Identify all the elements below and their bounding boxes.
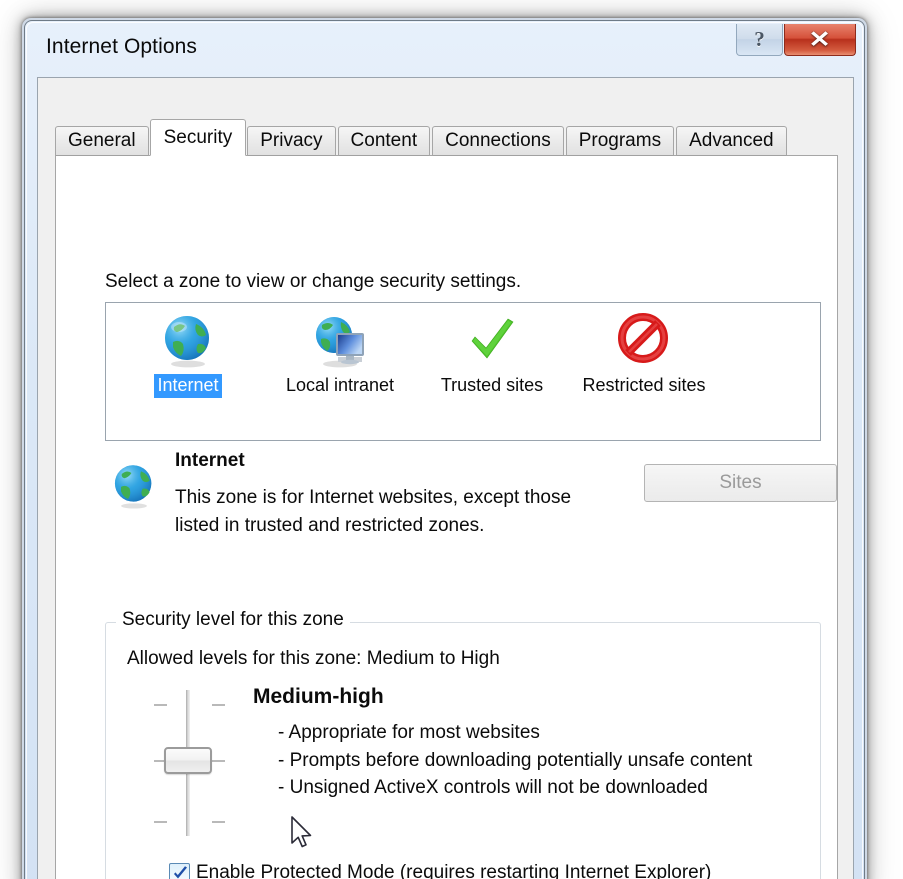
allowed-levels-label: Allowed levels for this zone: Medium to …: [127, 648, 500, 669]
zone-label-restricted-sites: Restricted sites: [582, 375, 706, 395]
close-button[interactable]: ✕: [784, 24, 856, 56]
protected-mode-checkbox-row[interactable]: Enable Protected Mode (requires restarti…: [169, 862, 711, 879]
tab-strip: General Security Privacy Content Connect…: [55, 119, 789, 156]
tab-security[interactable]: Security: [149, 119, 247, 156]
zone-item-restricted-sites[interactable]: Restricted sites: [574, 311, 714, 440]
zone-prompt-label: Select a zone to view or change security…: [105, 271, 522, 292]
zone-item-internet[interactable]: Internet: [118, 311, 258, 440]
tab-programs[interactable]: Programs: [565, 126, 675, 156]
question-mark-icon: ?: [754, 27, 765, 51]
window-title: Internet Options: [46, 35, 198, 58]
level-bullet-2: - Prompts before downloading potentially…: [278, 749, 753, 771]
tab-privacy[interactable]: Privacy: [247, 126, 336, 156]
screen: Internet Options ? ✕ General Security Pr…: [0, 0, 903, 879]
security-level-group-caption: Security level for this zone: [116, 609, 350, 631]
selected-zone-description: This zone is for Internet websites, exce…: [175, 487, 572, 536]
red-prohibition-icon: [614, 311, 674, 371]
internet-options-window: Internet Options ? ✕ General Security Pr…: [24, 20, 865, 879]
selected-zone-title: Internet: [175, 450, 245, 471]
close-icon: ✕: [808, 26, 832, 52]
slider-thumb[interactable]: [164, 747, 212, 774]
zone-label-internet: Internet: [154, 374, 222, 398]
security-level-name: Medium-high: [253, 685, 384, 708]
help-button[interactable]: ?: [736, 24, 783, 56]
zone-label-local-intranet: Local intranet: [285, 375, 395, 395]
security-level-bullets: - Appropriate for most websites - Prompt…: [278, 719, 788, 802]
tab-content[interactable]: Content: [337, 126, 431, 156]
security-level-slider[interactable]: [146, 690, 232, 836]
zone-label-trusted-sites: Trusted sites: [440, 375, 544, 395]
title-bar[interactable]: Internet Options ? ✕: [25, 21, 864, 77]
green-check-icon: [462, 311, 522, 371]
protected-mode-checkbox[interactable]: [169, 862, 190, 879]
checkmark-icon: [174, 865, 187, 878]
dialog-client-area: General Security Privacy Content Connect…: [37, 77, 854, 879]
tab-general[interactable]: General: [55, 126, 149, 156]
zone-item-trusted-sites[interactable]: Trusted sites: [422, 311, 562, 440]
selected-zone-icon: [108, 460, 160, 512]
slider-tick-high: [146, 704, 232, 706]
slider-tick-medium: [146, 821, 232, 823]
level-bullet-3: - Unsigned ActiveX controls will not be …: [278, 777, 708, 799]
zone-list[interactable]: Internet Local intranet Trusted sites Re…: [105, 302, 821, 441]
globe-monitor-icon: [310, 311, 370, 371]
tab-connections[interactable]: Connections: [432, 126, 564, 156]
window-controls: ? ✕: [736, 24, 856, 57]
globe-icon: [158, 311, 218, 371]
zone-item-local-intranet[interactable]: Local intranet: [270, 311, 410, 440]
sites-button[interactable]: Sites: [644, 464, 837, 502]
level-bullet-1: - Appropriate for most websites: [278, 722, 540, 743]
protected-mode-label: Enable Protected Mode (requires restarti…: [196, 862, 712, 879]
tab-advanced[interactable]: Advanced: [676, 126, 787, 156]
